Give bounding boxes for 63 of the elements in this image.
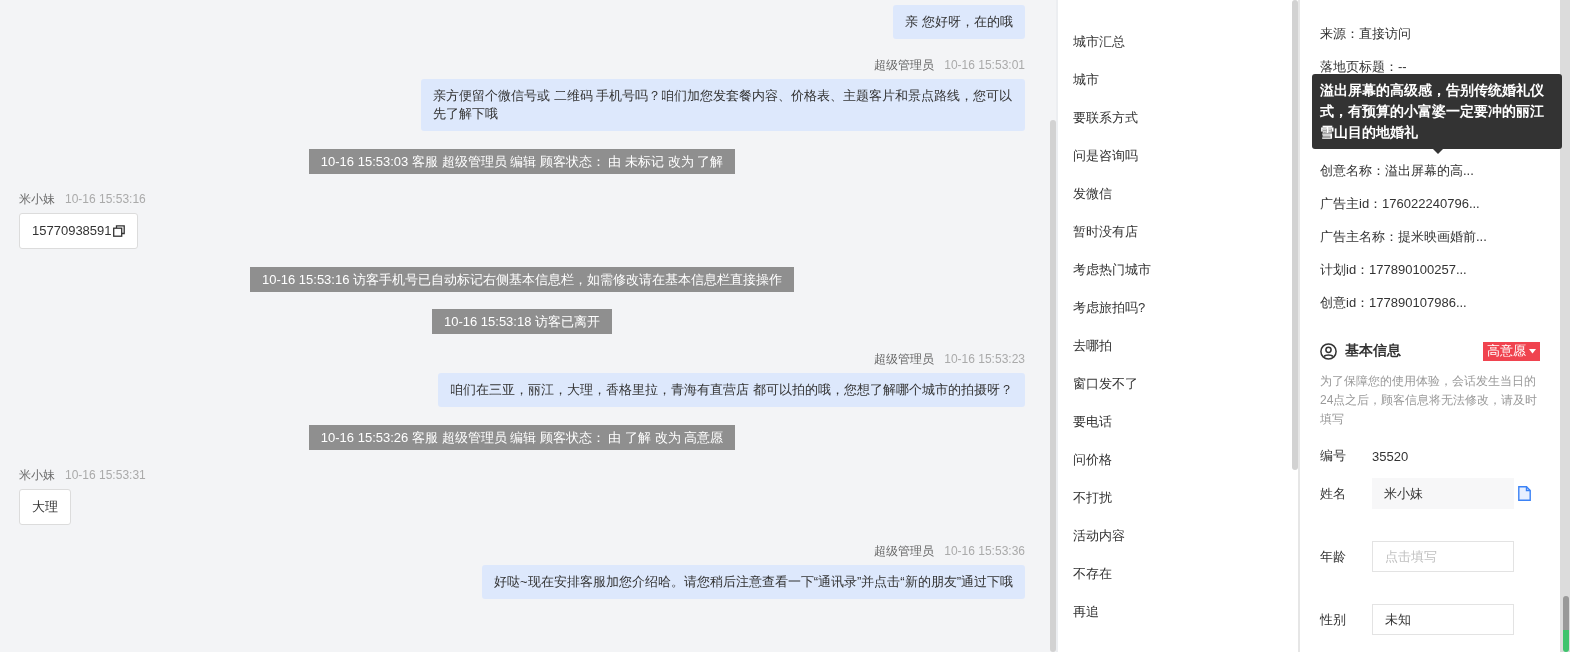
message-text: 咱们在三亚，丽江，大理，香格里拉，青海有直营店 都可以拍的哦，您想了解哪个城市的拍摄呀？ (450, 381, 1013, 399)
quick-reply-item[interactable]: 去哪拍 (1058, 327, 1292, 365)
system-notice: 10-16 15:53:03 客服 超级管理员 编辑 顾客状态： 由 未标记 改为 了解 (308, 149, 736, 174)
message-time: 10-16 15:53:23 (944, 351, 1025, 367)
sender-name: 超级管理员 (874, 543, 935, 559)
message-time: 10-16 15:53:31 (65, 467, 146, 483)
field-label: 姓名 (1320, 484, 1347, 503)
quick-reply-item[interactable]: 考虑热门城市 (1058, 251, 1292, 289)
quick-reply-item[interactable]: 不打扰 (1058, 479, 1292, 517)
system-notice: 10-16 15:53:16 访客手机号已自动标记右侧基本信息栏，如需修改请在基本信息栏直接操作 (249, 267, 795, 292)
system-notice: 10-16 15:53:26 客服 超级管理员 编辑 顾客状态： 由 了解 改为 高意愿 (308, 425, 736, 450)
user-icon (1320, 342, 1337, 360)
quick-reply-item[interactable]: 活动内容 (1058, 517, 1292, 555)
tooltip-pointer (1433, 149, 1443, 154)
message-time: 10-16 15:53:16 (65, 191, 146, 207)
quick-reply-item[interactable]: 发微信 (1058, 175, 1292, 213)
quick-reply-item[interactable]: 问是咨询吗 (1058, 137, 1292, 175)
field-label: 性别 (1320, 610, 1347, 629)
quick-reply-item[interactable]: 要电话 (1058, 403, 1292, 441)
info-text: 创意id：177890107986... (1320, 294, 1467, 312)
info-text: 广告主名称：提米映画婚前... (1320, 228, 1487, 246)
notice-text: 为了保障您的使用体验，会话发生当日的24点之后，顾客信息将无法修改，请及时填写 (1320, 373, 1539, 428)
info-text: 广告主id：176022240796... (1320, 195, 1480, 213)
caret-icon (1529, 348, 1536, 354)
message-text: 亲 您好呀，在的哦 (905, 13, 1013, 31)
input-field[interactable]: 点击填写 (1372, 541, 1514, 572)
input-field[interactable]: 未知 (1372, 604, 1514, 635)
info-text: 落地页标题：-- (1320, 58, 1407, 76)
quick-reply-item[interactable]: 考虑旅拍吗? (1058, 289, 1292, 327)
tooltip: 溢出屏幕的高级感，告别传统婚礼仪式，有预算的小富婆一定要冲的丽江雪山目的地婚礼 (1312, 74, 1562, 149)
document-icon[interactable] (1518, 486, 1531, 501)
message-time: 10-16 15:53:36 (944, 543, 1025, 559)
section-title: 基本信息 (1345, 342, 1402, 360)
copy-icon (112, 225, 125, 237)
quick-reply-item[interactable]: 暂时没有店 (1058, 213, 1292, 251)
message-text: 好哒~现在安排客服加您介绍哈。请您稍后注意查看一下“通讯录”并点击“新的朋友”通过下哦 (494, 573, 1013, 591)
quick-reply-item[interactable]: 不存在 (1058, 555, 1292, 593)
name-field: 米小妹 (1372, 478, 1514, 509)
field-label: 年龄 (1320, 547, 1347, 566)
sender-name: 超级管理员 (874, 57, 935, 73)
quick-reply-item[interactable]: 城市汇总 (1058, 23, 1292, 61)
message-text: 15770938591 (32, 222, 112, 240)
scrollbar[interactable] (1292, 0, 1298, 470)
field-label: 编号 (1320, 447, 1347, 465)
quick-reply-item[interactable]: 窗口发不了 (1058, 365, 1292, 403)
quick-reply-item[interactable]: 要联系方式 (1058, 99, 1292, 137)
sender-name: 米小妹 (19, 467, 55, 483)
message-text: 大理 (32, 498, 58, 516)
intent-dropdown[interactable]: 高意愿 (1483, 341, 1540, 361)
field-value: 35520 (1372, 448, 1409, 464)
quick-reply-item[interactable]: 城市 (1058, 61, 1292, 99)
info-text: 计划id：177890100257... (1320, 261, 1467, 279)
message-text: 亲方便留个微信号或 二维码 手机号吗？咱们加您发套餐内容、价格表、主题客片和景点路线，您可以先了解下哦 (433, 87, 1013, 123)
sender-name: 米小妹 (19, 191, 55, 207)
message-time: 10-16 15:53:01 (944, 57, 1025, 73)
scrollbar[interactable] (1560, 0, 1570, 652)
info-text: 来源：直接访问 (1320, 25, 1411, 43)
info-text: 创意名称：溢出屏幕的高... (1320, 162, 1474, 180)
system-notice: 10-16 15:53:18 访客已离开 (431, 309, 613, 334)
sender-name: 超级管理员 (874, 351, 935, 367)
quick-reply-item[interactable]: 再追 (1058, 593, 1292, 631)
quick-reply-item[interactable]: 问价格 (1058, 441, 1292, 479)
scrollbar[interactable] (1050, 120, 1056, 652)
